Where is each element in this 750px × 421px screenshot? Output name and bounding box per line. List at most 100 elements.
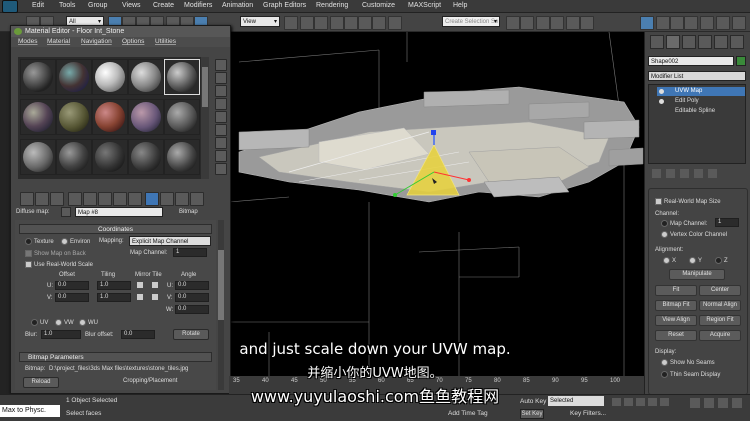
menu-graph-editors[interactable]: Graph Editors (263, 2, 306, 9)
modifier-list-dropdown[interactable]: Modifier List (648, 71, 746, 81)
sample-type-icon[interactable] (215, 59, 227, 71)
menu-create[interactable]: Create (153, 2, 174, 9)
show-end-result-icon[interactable] (666, 169, 675, 178)
sample-slot[interactable] (92, 59, 128, 95)
go-forward-sibling-icon[interactable] (190, 192, 204, 206)
menu-customize[interactable]: Customize (362, 2, 395, 9)
key-filters-button[interactable]: Key Filters... (570, 410, 606, 417)
u-mirror-checkbox[interactable] (137, 282, 143, 288)
bitmap-fit-button[interactable]: Bitmap Fit (655, 300, 697, 311)
v-mirror-checkbox[interactable] (137, 294, 143, 300)
motion-tab-icon[interactable] (698, 35, 712, 49)
sample-slot[interactable] (56, 99, 92, 135)
keyboard-shortcut-icon[interactable] (314, 16, 328, 30)
show-map-on-back-checkbox[interactable]: Show Map on Back (25, 250, 86, 257)
view-align-button[interactable]: View Align (655, 315, 697, 326)
v-tile-checkbox[interactable] (152, 294, 158, 300)
menu-options[interactable]: Options (122, 38, 144, 45)
edit-named-sets-icon[interactable] (388, 16, 402, 30)
environ-radio[interactable]: Environ (61, 238, 90, 245)
vw-radio[interactable]: VW (55, 319, 74, 326)
app-logo-icon[interactable] (2, 0, 18, 13)
menu-views[interactable]: Views (122, 2, 141, 9)
center-button[interactable]: Center (699, 285, 741, 296)
background-icon[interactable] (215, 85, 227, 97)
menu-tools[interactable]: Tools (59, 2, 75, 9)
remove-modifier-icon[interactable] (694, 169, 703, 178)
use-real-world-scale-checkbox[interactable]: Use Real-World Scale (25, 261, 93, 268)
render-setup-icon[interactable] (656, 16, 670, 30)
map-name-field[interactable]: Map #8 (75, 207, 163, 217)
material-id-channel-icon[interactable] (128, 192, 142, 206)
menu-rendering[interactable]: Rendering (316, 2, 348, 9)
map-channel-spinner[interactable]: 1 (173, 248, 207, 257)
mapping-dropdown[interactable]: Explicit Map Channel (129, 236, 211, 246)
angle-snap-icon[interactable] (344, 16, 358, 30)
sample-slot[interactable] (56, 139, 92, 175)
sample-slot[interactable] (20, 59, 56, 95)
utilities-tab-icon[interactable] (730, 35, 744, 49)
sample-slot[interactable] (92, 99, 128, 135)
assign-to-selection-icon[interactable] (50, 192, 64, 206)
map-type-label[interactable]: Bitmap (179, 209, 198, 215)
object-name-field[interactable]: Shape002 (648, 56, 734, 66)
scrollbar-thumb[interactable] (218, 250, 224, 320)
visibility-bulb-icon[interactable] (659, 99, 664, 104)
menu-modes[interactable]: Modes (18, 38, 38, 45)
layer-manager-icon[interactable] (536, 16, 550, 30)
u-tile-checkbox[interactable] (152, 282, 158, 288)
rotate-button[interactable]: Rotate (173, 329, 209, 340)
modify-tab-icon[interactable] (666, 35, 680, 49)
make-unique-icon[interactable] (680, 169, 689, 178)
map-channel-radio[interactable]: Map Channel: (661, 220, 707, 227)
render-online-icon[interactable] (732, 16, 746, 30)
menu-utilities[interactable]: Utilities (155, 38, 176, 45)
material-editor-icon[interactable] (640, 16, 654, 30)
menu-maxscript[interactable]: MAXScript (408, 2, 441, 9)
render-iterative-icon[interactable] (700, 16, 714, 30)
vertex-color-channel-radio[interactable]: Vertex Color Channel (661, 231, 727, 238)
axis-x-radio[interactable]: X (663, 257, 676, 264)
go-to-parent-icon[interactable] (175, 192, 189, 206)
video-color-check-icon[interactable] (215, 111, 227, 123)
u-tiling-spinner[interactable]: 1.0 (97, 281, 131, 290)
coordinates-rollout-header[interactable]: Coordinates (19, 224, 212, 234)
hierarchy-tab-icon[interactable] (682, 35, 696, 49)
v-angle-spinner[interactable]: 0.0 (175, 293, 209, 302)
sample-slot[interactable] (56, 59, 92, 95)
sample-slot[interactable] (128, 59, 164, 95)
scrollbar-thumb[interactable] (202, 67, 208, 107)
texture-radio[interactable]: Texture (25, 238, 54, 245)
select-manipulate-icon[interactable] (300, 16, 314, 30)
v-tiling-spinner[interactable]: 1.0 (97, 293, 131, 302)
visibility-bulb-icon[interactable] (659, 89, 664, 94)
make-preview-icon[interactable] (215, 124, 227, 136)
align-icon[interactable] (520, 16, 534, 30)
sample-slots-scrollbar[interactable] (201, 57, 209, 179)
show-end-result-icon[interactable] (160, 192, 174, 206)
material-editor-titlebar[interactable]: Material Editor - Floor Int_Stone (11, 26, 230, 37)
stack-item-uvw-map[interactable]: UVW Map (657, 87, 745, 96)
display-tab-icon[interactable] (714, 35, 728, 49)
percent-snap-icon[interactable] (358, 16, 372, 30)
menu-animation[interactable]: Animation (222, 2, 253, 9)
pin-stack-icon[interactable] (652, 169, 661, 178)
u-offset-spinner[interactable]: 0.0 (55, 281, 89, 290)
options-icon[interactable] (215, 137, 227, 149)
named-selection-sets-field[interactable]: Create Selection Se (442, 16, 500, 28)
menu-modifiers[interactable]: Modifiers (184, 2, 212, 9)
graphite-toolbar-icon[interactable] (550, 16, 564, 30)
w-angle-spinner[interactable]: 0.0 (175, 305, 209, 314)
stack-item-editable-spline[interactable]: Editable Spline (657, 107, 745, 116)
sample-slot[interactable] (128, 99, 164, 135)
reference-coord-dropdown[interactable]: View (240, 16, 280, 28)
sample-slot[interactable] (164, 139, 200, 175)
sample-slot[interactable] (164, 59, 200, 95)
render-production-icon[interactable] (684, 16, 698, 30)
real-world-map-size-checkbox[interactable]: Real-World Map Size (655, 198, 721, 205)
axis-y-radio[interactable]: Y (689, 257, 702, 264)
uv-radio[interactable]: UV (31, 319, 48, 326)
sample-slot[interactable] (92, 139, 128, 175)
make-unique-icon[interactable] (98, 192, 112, 206)
sample-slot[interactable] (20, 139, 56, 175)
